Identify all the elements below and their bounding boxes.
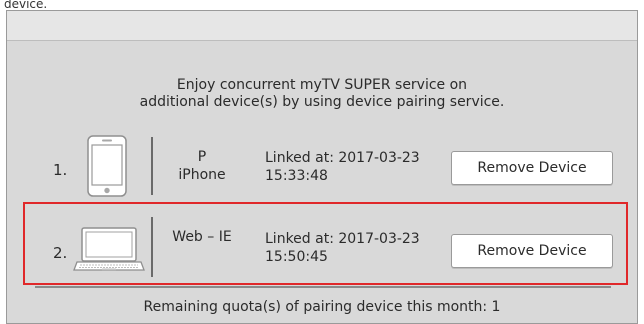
intro-line-1: Enjoy concurrent myTV SUPER service on — [176, 77, 468, 93]
device-name-line-2: iPhone — [178, 167, 226, 183]
device-number: 1. — [53, 161, 68, 179]
linked-clock: 15:33:48 — [265, 168, 328, 184]
separator-line — [35, 286, 611, 288]
linked-time: Linked at: 2017-03-23 15:33:48 — [265, 149, 420, 185]
panel-header — [7, 11, 637, 41]
row-divider — [151, 137, 153, 195]
device-name: P iPhone — [167, 148, 237, 184]
remaining-quota-text: Remaining quota(s) of pairing device thi… — [143, 299, 501, 315]
device-name-line-1: P — [197, 149, 207, 165]
smartphone-icon — [87, 135, 127, 201]
intro-line-2: additional device(s) by using device pai… — [139, 94, 505, 110]
intro-text: Enjoy concurrent myTV SUPER service on a… — [7, 77, 637, 111]
device-pairing-panel: Enjoy concurrent myTV SUPER service on a… — [6, 10, 638, 324]
highlight-box — [23, 202, 628, 285]
remove-device-button[interactable]: Remove Device — [451, 151, 613, 185]
linked-date: Linked at: 2017-03-23 — [265, 150, 420, 166]
device-row: 1. P iPhone Linked at: 2017-03-23 15:33:… — [7, 131, 637, 201]
